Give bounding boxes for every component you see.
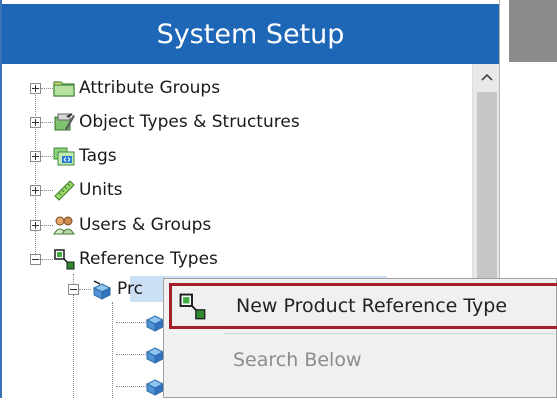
expand-button[interactable] [30,184,41,196]
collapse-button[interactable] [30,253,41,265]
chevron-up-icon [481,73,493,81]
menu-item-label: Search Below [233,349,362,371]
product-cube-icon [91,278,113,300]
menu-separator [224,333,554,334]
folder-icon [53,77,75,99]
tree-guide-line [112,302,113,398]
reference-types-icon [53,248,75,270]
users-icon [53,214,75,236]
tree-item-tags[interactable]: Tags [30,141,117,171]
tree-item-object-types[interactable]: Object Types & Structures [30,107,300,137]
scroll-up-button[interactable] [473,64,501,90]
tree-item-label: Prc [117,279,143,299]
menu-item-new-product-reference-type[interactable]: New Product Reference Type [169,283,557,329]
tree-item-label: Tags [79,146,117,166]
expand-button[interactable] [30,219,41,231]
menu-item-label: New Product Reference Type [236,295,508,317]
tree-item-label: Units [79,180,123,200]
tree-item-label: Attribute Groups [79,78,221,98]
menu-item-search-below[interactable]: Search Below [169,337,557,383]
tree-item-units[interactable]: Units [30,175,122,205]
collapse-button[interactable] [68,283,79,295]
tree-guide-line [116,322,146,323]
tree-item-label: Users & Groups [79,215,212,235]
tree-item-label: Object Types & Structures [79,112,300,132]
panel-title: System Setup [2,4,499,64]
tree-guide-line [116,386,146,387]
expand-button[interactable] [30,116,41,128]
tree-guide-line [116,354,146,355]
expand-button[interactable] [30,150,41,162]
expand-button[interactable] [30,82,41,94]
ruler-icon [53,179,75,201]
tree-item-users-groups[interactable]: Users & Groups [30,210,211,240]
context-menu: New Product Reference Type Search Below [163,278,557,398]
tags-icon [53,145,75,167]
reference-type-icon [178,292,206,320]
detail-pane-header [509,0,557,62]
tree-item-label: Reference Types [79,249,218,269]
object-types-icon [53,111,75,133]
tree-item-product-references[interactable]: Prc [68,274,143,304]
tree-item-reference-types[interactable]: Reference Types [30,244,218,274]
tree-item-attribute-groups[interactable]: Attribute Groups [30,73,220,103]
